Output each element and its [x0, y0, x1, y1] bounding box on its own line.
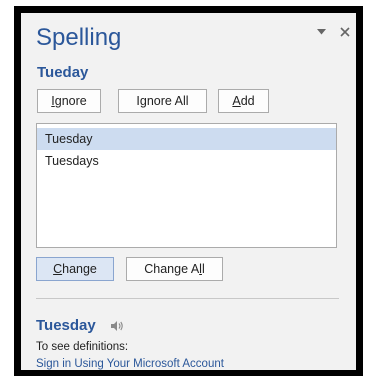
pane-title: Spelling	[36, 24, 122, 51]
pane-controls	[314, 25, 352, 39]
speaker-icon[interactable]	[110, 320, 124, 332]
suggestion-item[interactable]: Tuesdays	[37, 150, 336, 172]
suggestions-list[interactable]: Tuesday Tuesdays	[36, 123, 337, 248]
definition-prompt: To see definitions:	[36, 341, 129, 353]
misspelled-word: Tueday	[37, 64, 89, 81]
chevron-down-icon[interactable]	[314, 25, 328, 39]
definition-word: Tuesday	[36, 316, 124, 336]
add-button[interactable]: Add	[218, 89, 269, 113]
change-button[interactable]: Change	[36, 257, 114, 281]
close-icon[interactable]	[338, 25, 352, 39]
change-all-button[interactable]: Change All	[126, 257, 223, 281]
divider	[36, 298, 339, 299]
ignore-all-button[interactable]: Ignore All	[118, 89, 207, 113]
suggestion-item[interactable]: Tuesday	[37, 128, 336, 150]
ignore-button[interactable]: Ignore	[37, 89, 101, 113]
sign-in-link[interactable]: Sign in Using Your Microsoft Account	[36, 356, 224, 370]
definition-word-text: Tuesday	[36, 317, 96, 334]
spelling-pane: Spelling Tueday Ignore Ignore All Add Tu…	[21, 13, 356, 370]
